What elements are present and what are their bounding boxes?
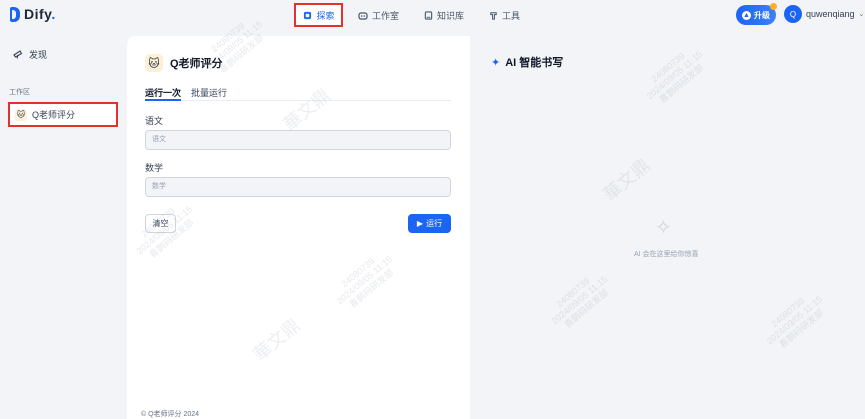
watermark-org: 喜鹊码研发部	[562, 287, 611, 330]
app-header: 🐱 Q老师评分	[145, 54, 223, 72]
watermark: 24080739 2024/09/05 11:15 喜鹊码研发部	[638, 41, 711, 109]
tab-batch-run[interactable]: 批量运行	[191, 86, 227, 101]
clear-button[interactable]: 清空	[145, 214, 176, 233]
dify-logo-icon	[10, 6, 20, 22]
user-menu[interactable]: Q quwenqiang ⌄	[784, 5, 864, 23]
result-title: ✦ AI 智能书写	[491, 54, 563, 70]
sidebar-discover-label: 发现	[29, 50, 48, 60]
main-nav: 探索 工作室 知识库 工具	[294, 3, 529, 27]
sidebar-item-discover[interactable]: 发现	[13, 48, 47, 61]
upgrade-icon: ▲	[742, 10, 751, 20]
book-icon	[423, 10, 433, 20]
sparkle-icon	[770, 3, 777, 10]
robot-icon	[358, 10, 368, 20]
watermark: 24080739 2024/09/05 11:15 喜鹊码研发部	[543, 266, 616, 334]
watermark: 24080739 2024/09/05 11:15 喜鹊码研发部	[758, 286, 831, 354]
run-tabs: 运行一次 批量运行	[145, 86, 451, 101]
watermark-org: 喜鹊码研发部	[777, 307, 826, 350]
app-title: Q老师评分	[170, 58, 223, 70]
empty-sparkle-icon: ✧	[655, 217, 672, 239]
robot-face-icon: 🐱	[15, 108, 27, 121]
watermark-date: 2024/09/05 11:15	[549, 274, 610, 327]
play-icon: ▶	[416, 219, 424, 228]
tab-run-once[interactable]: 运行一次	[145, 86, 182, 101]
watermark-date: 2024/09/05 11:15	[764, 294, 825, 347]
sidebar-section-title: 工作区	[9, 89, 30, 96]
sidebar-item-app[interactable]: 🐱 Q老师评分	[8, 102, 118, 127]
user-name: quwenqiang	[806, 9, 855, 19]
upgrade-label: 升级	[754, 10, 770, 20]
watermark-id: 24080739	[649, 50, 687, 85]
nav-studio[interactable]: 工作室	[349, 3, 408, 27]
tool-icon	[488, 10, 498, 20]
upgrade-button[interactable]: ▲ 升级	[736, 3, 777, 25]
field-label-math: 数学	[145, 163, 164, 173]
sidebar: 发现 工作区 🐱 Q老师评分	[0, 30, 127, 419]
chinese-input[interactable]: 语文	[145, 130, 451, 150]
nav-tools[interactable]: 工具	[479, 3, 529, 27]
field-label-chinese: 语文	[145, 116, 164, 126]
watermark-id: 24080739	[769, 295, 807, 330]
brand-dot: .	[51, 6, 56, 22]
run-button[interactable]: ▶ 运行	[408, 214, 451, 233]
nav-knowledge-label: 知识库	[437, 10, 465, 21]
telescope-icon	[13, 49, 23, 61]
watermark-org: 喜鹊码研发部	[657, 62, 706, 105]
nav-tools-label: 工具	[502, 10, 521, 21]
footer-copyright: © Q老师评分 2024	[141, 411, 200, 418]
sparkle-icon: ✦	[491, 56, 501, 69]
nav-knowledge[interactable]: 知识库	[414, 3, 473, 27]
app-avatar-icon: 🐱	[145, 54, 163, 72]
dify-logo[interactable]: Dify.	[10, 6, 56, 22]
result-title-label: AI 智能书写	[505, 57, 564, 69]
run-label: 运行	[426, 219, 443, 228]
nav-explore[interactable]: 探索	[294, 3, 343, 27]
brand-name: Dify	[24, 6, 52, 22]
compass-icon	[302, 10, 312, 20]
app-panel: 🐱 Q老师评分 运行一次 批量运行 语文 语文 数学 数学 清空 ▶ 运行 © …	[127, 36, 470, 419]
avatar: Q	[784, 5, 802, 23]
watermark-id: 24080739	[554, 275, 592, 310]
watermark-date: 2024/09/05 11:15	[644, 49, 705, 102]
top-navbar: Dify. 探索 工作室 知识库 工具 ▲ 升级 Q quwenqiang ⌄	[0, 0, 865, 30]
sidebar-app-label: Q老师评分	[32, 110, 76, 120]
chevron-down-icon: ⌄	[858, 11, 865, 18]
nav-studio-label: 工作室	[372, 10, 400, 21]
math-input[interactable]: 数学	[145, 177, 451, 197]
empty-state-text: AI 会在这里给你惊喜	[634, 251, 699, 258]
watermark-large: 華文鼎	[599, 155, 654, 206]
nav-explore-label: 探索	[316, 10, 335, 21]
